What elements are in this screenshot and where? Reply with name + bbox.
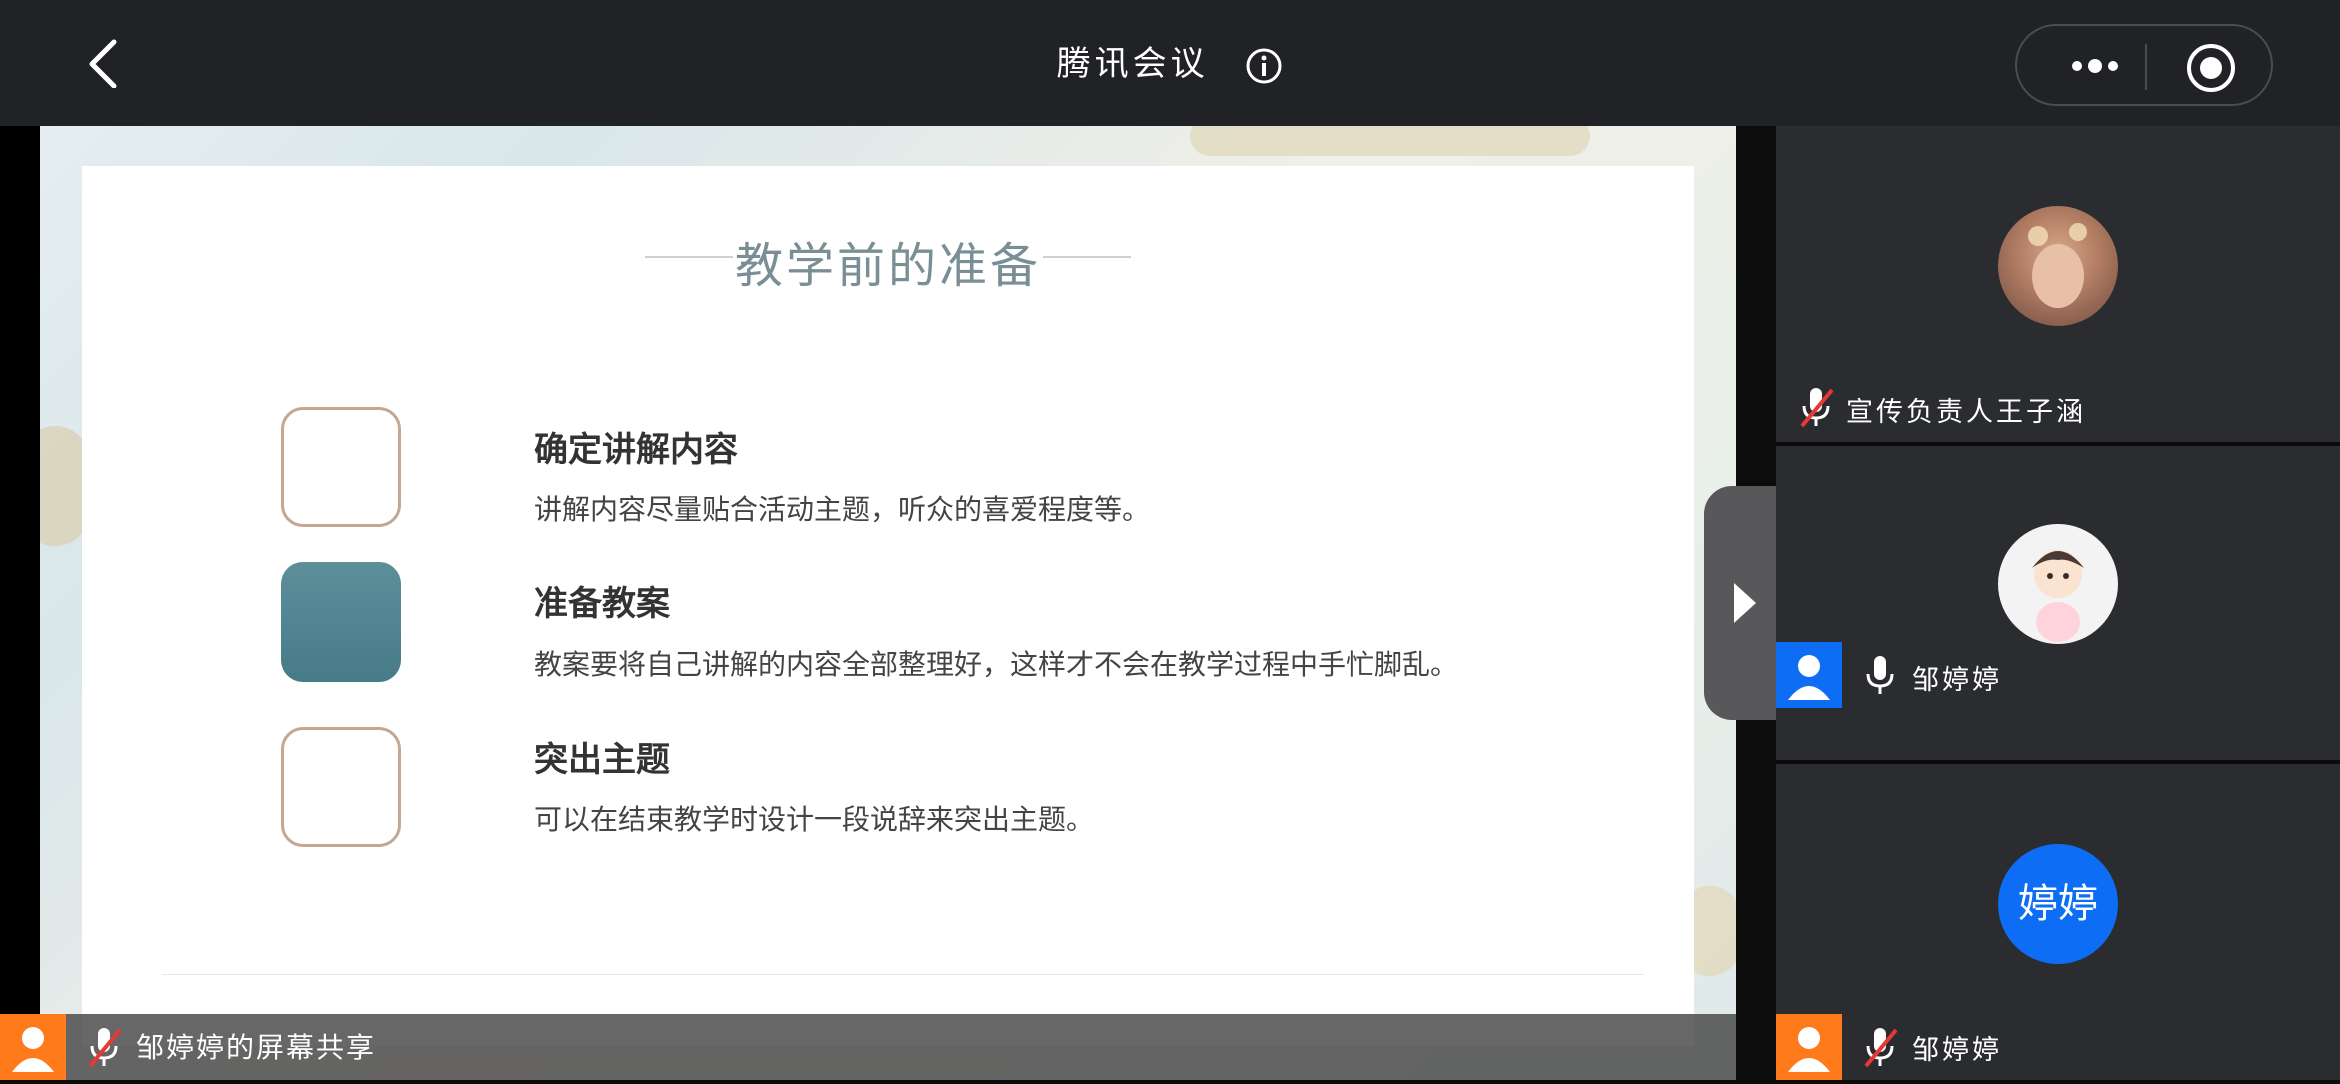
participant-tile[interactable]: 邹婷婷 [1776, 446, 2340, 760]
meeting-title: 腾讯会议 [1056, 44, 1209, 84]
mic-muted-icon [1796, 384, 1836, 430]
pill-divider [2145, 44, 2147, 90]
participant-panel: 宣传负责人王子涵 邹婷婷 婷婷 邹婷婷 [1776, 126, 2340, 1080]
slide-decoration [1190, 126, 1590, 156]
participant-name: 邹婷婷 [1912, 665, 2002, 696]
item-heading: 突出主题 [534, 740, 670, 780]
top-bar: 腾讯会议 [0, 0, 2340, 126]
meeting-title-row: 腾讯会议 [0, 38, 2340, 90]
user-icon [12, 1027, 54, 1072]
item-marker [281, 727, 401, 847]
avatar-text: 婷婷 [1998, 844, 2118, 964]
avatar [1998, 206, 2118, 326]
mic-muted-icon [1860, 1024, 1900, 1070]
arrow-right-icon [1734, 583, 1756, 623]
participant-tile[interactable]: 婷婷 邹婷婷 [1776, 764, 2340, 1080]
user-icon [1788, 655, 1830, 700]
item-marker-active [281, 562, 401, 682]
slide-title: 教学前的准备 [734, 238, 1041, 294]
info-icon [1246, 48, 1282, 83]
item-marker [281, 407, 401, 527]
avatar [1998, 524, 2118, 644]
record-icon [2187, 44, 2235, 92]
participant-name: 宣传负责人王子涵 [1846, 397, 2086, 428]
screen-share-label: 邹婷婷的屏幕共享 [136, 1031, 377, 1064]
more-dots-icon [2072, 59, 2118, 73]
top-actions-pill [2015, 24, 2273, 106]
record-button[interactable] [2185, 42, 2237, 94]
item-heading: 确定讲解内容 [534, 430, 738, 470]
more-button[interactable] [2055, 46, 2135, 86]
item-heading: 准备教案 [534, 584, 670, 624]
participant-tile[interactable]: 宣传负责人王子涵 [1776, 126, 2340, 442]
slide-divider [162, 974, 1644, 975]
avatar-badge [1776, 642, 1842, 708]
left-edge [0, 126, 40, 1080]
slide-paper: 教学前的准备 确定讲解内容 讲解内容尽量贴合活动主题，听众的喜爱程度等。 准备教… [82, 166, 1694, 1046]
user-icon [1788, 1027, 1830, 1072]
item-description: 教案要将自己讲解的内容全部整理好，这样才不会在教学过程中手忙脚乱。 [534, 648, 1459, 681]
participant-name: 邹婷婷 [1912, 1035, 2002, 1066]
avatar-photo [2028, 223, 2087, 308]
mic-muted-icon [84, 1024, 124, 1070]
info-button[interactable] [1245, 47, 1283, 85]
mic-icon [1860, 652, 1900, 698]
avatar [0, 1014, 66, 1080]
title-line-right [1043, 256, 1131, 258]
item-description: 可以在结束教学时设计一段说辞来突出主题。 [534, 803, 1095, 836]
shared-screen[interactable]: 教学前的准备 确定讲解内容 讲解内容尽量贴合活动主题，听众的喜爱程度等。 准备教… [40, 126, 1736, 1080]
collapse-panel-button[interactable] [1704, 486, 1776, 720]
avatar-badge [1776, 1014, 1842, 1080]
avatar-cartoon [2032, 550, 2084, 642]
item-description: 讲解内容尽量贴合活动主题，听众的喜爱程度等。 [534, 493, 1151, 526]
